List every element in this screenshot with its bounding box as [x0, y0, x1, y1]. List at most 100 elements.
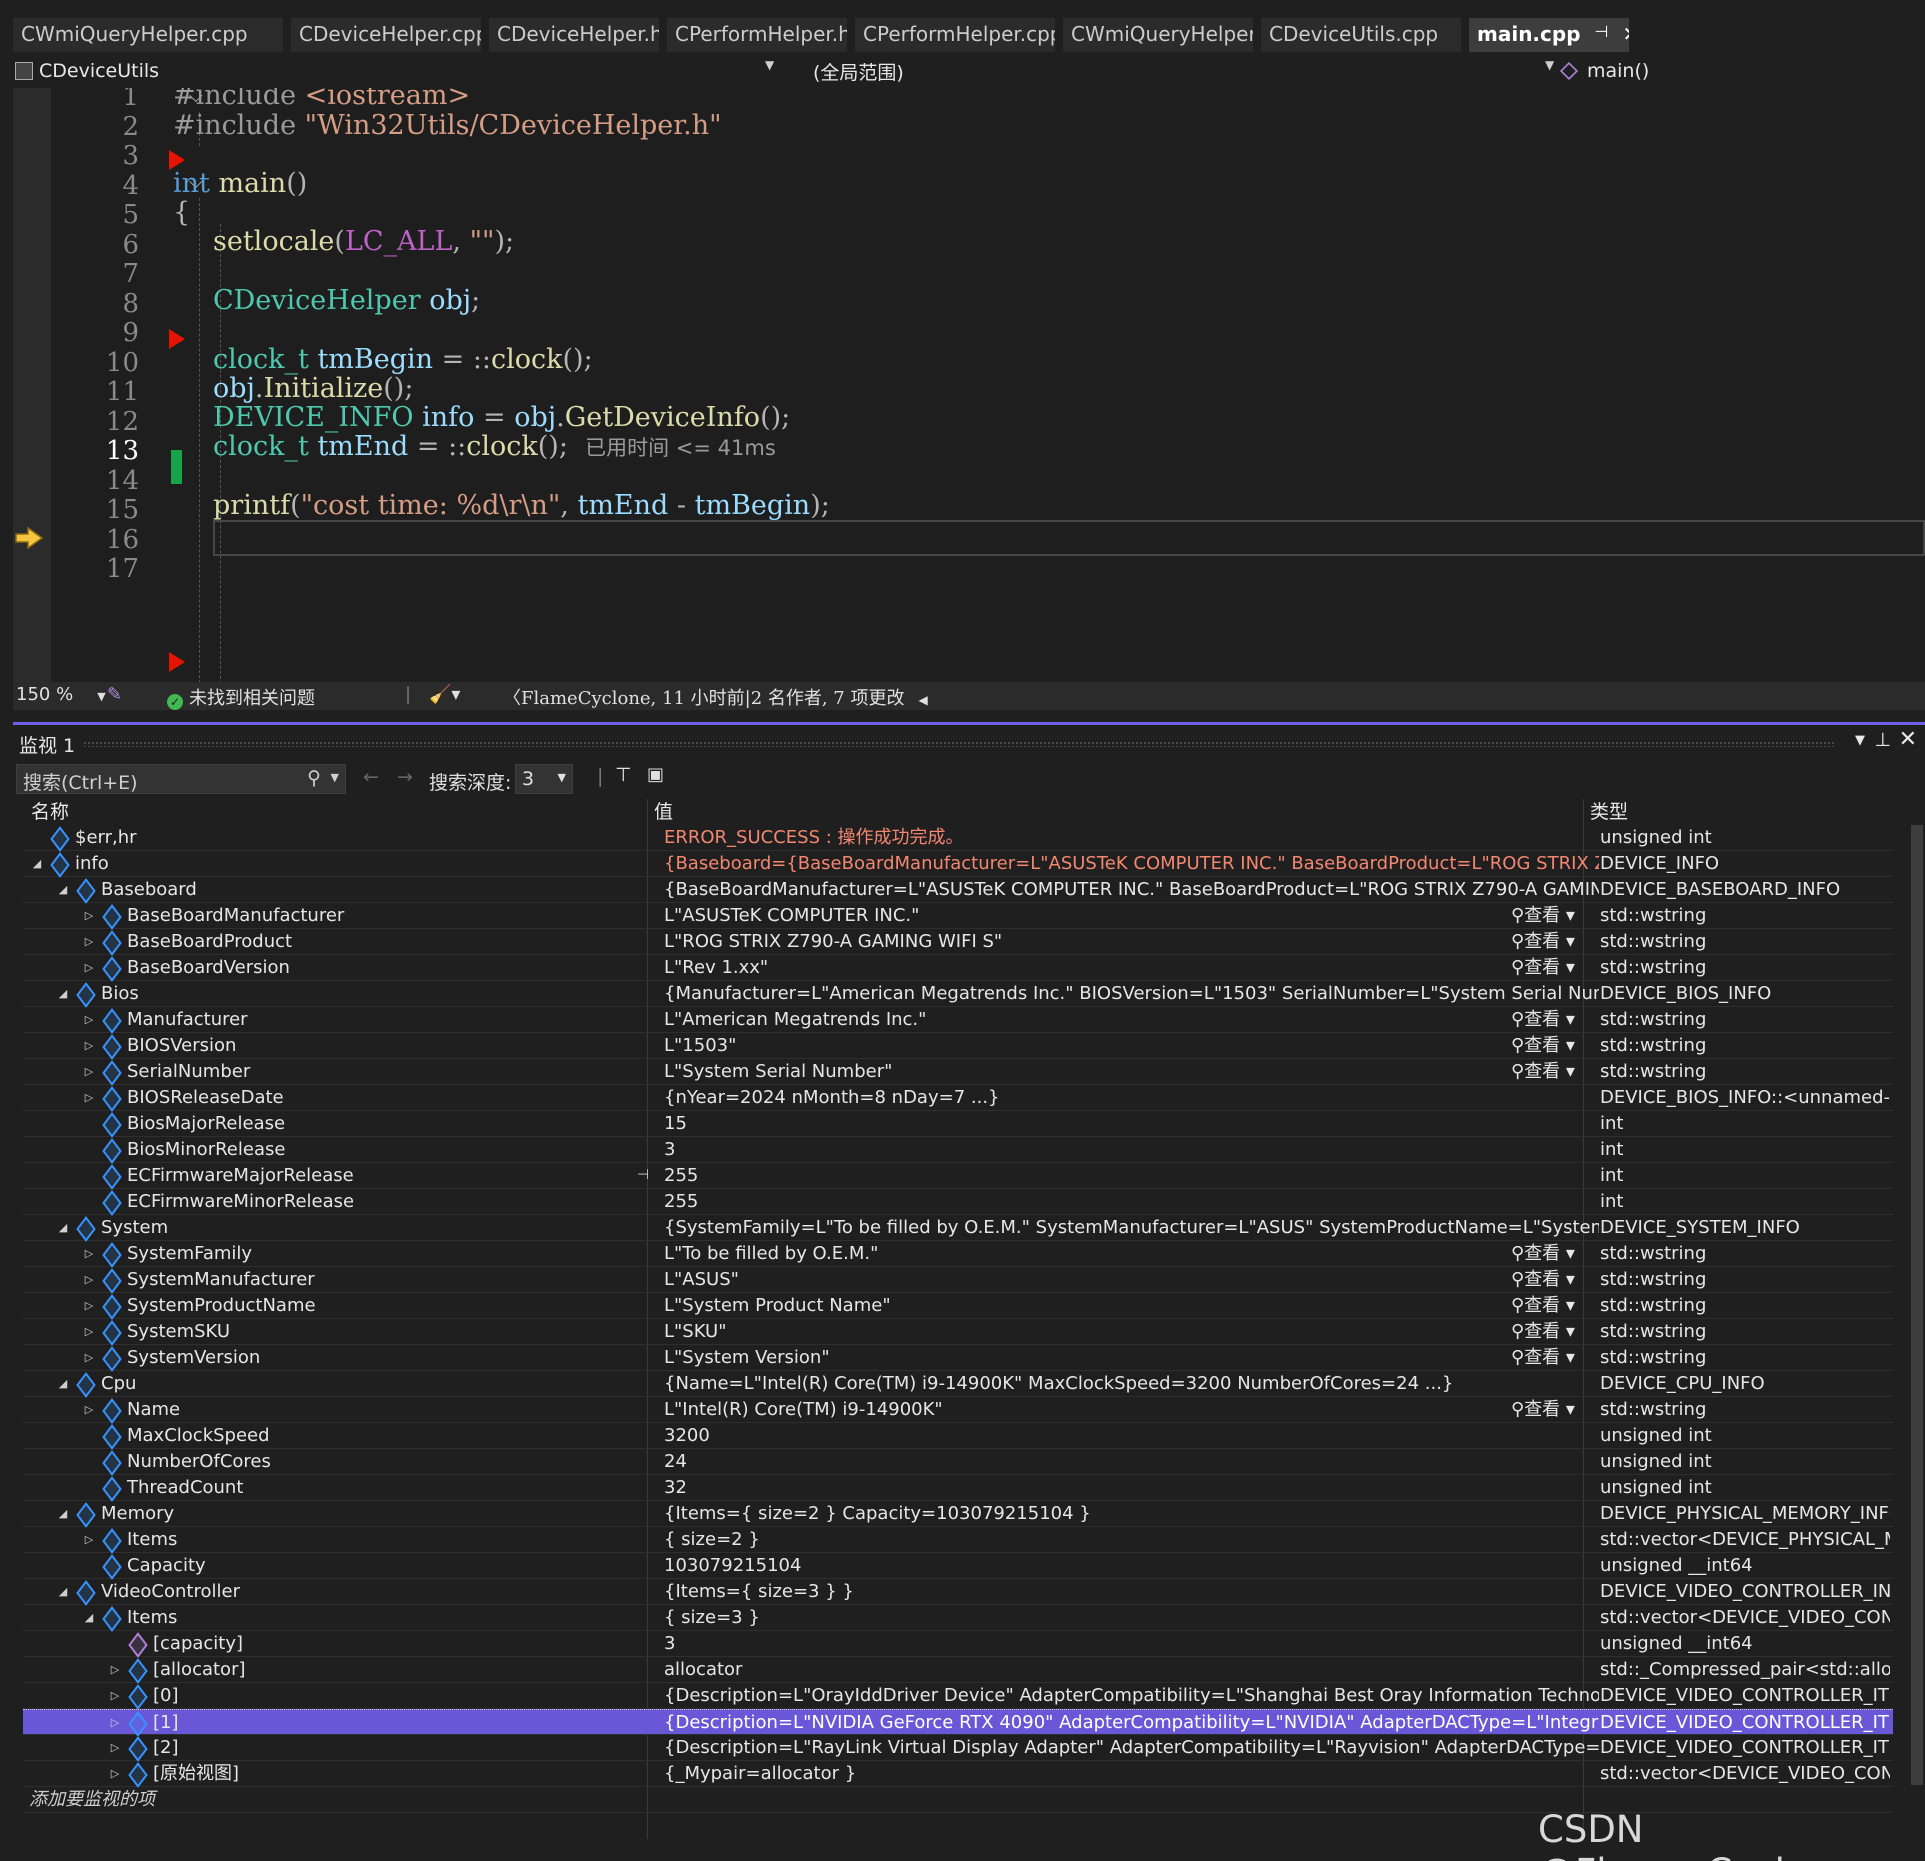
close-icon[interactable]: ✕ — [1899, 727, 1917, 752]
watch-row[interactable]: ▷ [原始视图] {_Mypair=allocator } std::vector<D… — [23, 1761, 1893, 1787]
watch-row[interactable]: ▷ [1] {Description=L"NVIDIA GeForce RTX 40… — [23, 1709, 1893, 1735]
watch-row[interactable]: ▷ BIOSVersion L"1503" ⚲查看 ▾ std::wstring — [23, 1033, 1893, 1059]
watch-row[interactable]: ▷ SerialNumber L"System Serial Number" ⚲查看 … — [23, 1059, 1893, 1085]
watch-value[interactable]: L"Rev 1.xx" — [664, 955, 1599, 980]
scroll-left-icon[interactable]: ◀ — [918, 693, 927, 707]
watch-row[interactable]: BiosMajorRelease 15 int — [23, 1111, 1893, 1137]
watch-value[interactable]: 255 — [664, 1163, 1599, 1188]
column-header-name[interactable]: 名称 — [31, 799, 69, 825]
watch-row[interactable]: ▷ Name L"Intel(R) Core(TM) i9-14900K" ⚲查看 ▾… — [23, 1397, 1893, 1423]
back-arrow-icon[interactable]: ← — [363, 766, 379, 788]
watch-row[interactable]: ▷ [2] {Description=L"RayLink Virtual Displ… — [23, 1735, 1893, 1761]
watch-value[interactable]: {Description=L"NVIDIA GeForce RTX 4090" … — [664, 1710, 1599, 1735]
watch-value[interactable]: {Description=L"OrayIddDriver Device" Ada… — [664, 1683, 1599, 1708]
breakpoint-icon[interactable] — [169, 329, 185, 349]
watch-row[interactable]: ◢ System {SystemFamily=L"To be filled by O… — [23, 1215, 1893, 1241]
collapse-arrow-icon[interactable]: ◢ — [55, 1215, 71, 1240]
issues-indicator[interactable]: ✓ 未找到相关问题 — [167, 684, 315, 710]
zoom-dropdown[interactable]: 150 % ▼ — [16, 684, 106, 705]
tab-cperformhelper-h[interactable]: CPerformHelper.h — [667, 18, 847, 52]
visualizer-button[interactable]: ⚲查看 ▾ — [1511, 1319, 1575, 1344]
watch-value[interactable]: {SystemFamily=L"To be filled by O.E.M." … — [664, 1215, 1599, 1240]
forward-arrow-icon[interactable]: → — [397, 766, 413, 788]
breakpoint-icon[interactable] — [169, 150, 185, 170]
watch-row[interactable]: ThreadCount 32 unsigned int — [23, 1475, 1893, 1501]
search-depth-dropdown[interactable]: 3 ▼ — [515, 764, 573, 794]
expand-arrow-icon[interactable]: ▷ — [107, 1761, 123, 1786]
watch-row[interactable]: [capacity] 3 unsigned __int64 — [23, 1631, 1893, 1657]
visualizer-button[interactable]: ⚲查看 ▾ — [1511, 1241, 1575, 1266]
visualizer-button[interactable]: ⚲查看 ▾ — [1511, 1345, 1575, 1370]
expand-arrow-icon[interactable]: ▷ — [81, 1059, 97, 1084]
expand-arrow-icon[interactable]: ▷ — [107, 1683, 123, 1708]
collapse-arrow-icon[interactable]: ◢ — [55, 1501, 71, 1526]
watch-row[interactable]: ◢ VideoController {Items={ size=3 } } DEVIC… — [23, 1579, 1893, 1605]
perf-tip[interactable]: 已用时间 <= 41ms — [585, 436, 776, 460]
watch-row[interactable]: ◢ Baseboard {BaseBoardManufacturer=L"ASUST… — [23, 877, 1893, 903]
watch-row[interactable]: BiosMinorRelease 3 int — [23, 1137, 1893, 1163]
visualizer-button[interactable]: ⚲查看 ▾ — [1511, 1033, 1575, 1058]
expand-arrow-icon[interactable]: ▷ — [81, 1527, 97, 1552]
expand-arrow-icon[interactable]: ▷ — [107, 1735, 123, 1760]
watch-value[interactable]: 103079215104 — [664, 1553, 1599, 1578]
code-editor[interactable]: 1 2 3 4 5 6 7 8 9 10 11 12 13 14 15 16 17 ⌵ ⌵ #include <… — [13, 88, 1925, 682]
expand-arrow-icon[interactable]: ▷ — [81, 1033, 97, 1058]
watch-value[interactable]: {_Mypair=allocator } — [664, 1761, 1599, 1786]
watch-row[interactable]: NumberOfCores 24 unsigned int — [23, 1449, 1893, 1475]
watch-row[interactable]: ▷ BaseBoardProduct L"ROG STRIX Z790-A GAMI… — [23, 929, 1893, 955]
watch-value[interactable]: L"SKU" — [664, 1319, 1599, 1344]
breakpoint-icon[interactable] — [169, 652, 185, 672]
watch-value[interactable]: L"American Megatrends Inc." — [664, 1007, 1599, 1032]
watch-value[interactable]: 24 — [664, 1449, 1599, 1474]
visualizer-button[interactable]: ⚲查看 ▾ — [1511, 1059, 1575, 1084]
breakpoint-margin[interactable] — [13, 88, 51, 682]
watch-value[interactable]: L"To be filled by O.E.M." — [664, 1241, 1599, 1266]
watch-value[interactable]: {Items={ size=3 } } — [664, 1579, 1599, 1604]
watch-row[interactable]: ▷ SystemProductName L"System Product Name"… — [23, 1293, 1893, 1319]
expand-arrow-icon[interactable]: ▷ — [107, 1710, 123, 1735]
watch-value[interactable]: L"Intel(R) Core(TM) i9-14900K" — [664, 1397, 1599, 1422]
expand-arrow-icon[interactable]: ▷ — [81, 1345, 97, 1370]
watch-row[interactable]: Capacity 103079215104 unsigned __int64 — [23, 1553, 1893, 1579]
watch-value[interactable]: 32 — [664, 1475, 1599, 1500]
watch-row[interactable]: $err,hr ERROR_SUCCESS : 操作成功完成。 unsigned i… — [23, 825, 1893, 851]
collapse-arrow-icon[interactable]: ◢ — [55, 1371, 71, 1396]
expand-arrow-icon[interactable]: ▷ — [107, 1657, 123, 1682]
expand-arrow-icon[interactable]: ▷ — [81, 955, 97, 980]
expand-arrow-icon[interactable]: ▷ — [81, 1007, 97, 1032]
watch-value[interactable]: L"System Product Name" — [664, 1293, 1599, 1318]
tab-cwmiqueryhelper-h[interactable]: CWmiQueryHelper.h — [1063, 18, 1253, 52]
watch-value[interactable]: {Baseboard={BaseBoardManufacturer=L"ASUS… — [664, 851, 1599, 876]
expand-arrow-icon[interactable]: ▷ — [81, 1293, 97, 1318]
watch-value[interactable]: 15 — [664, 1111, 1599, 1136]
visualizer-button[interactable]: ⚲查看 ▾ — [1511, 1397, 1575, 1422]
close-tab-icon[interactable]: ✕ — [1622, 22, 1629, 46]
blame-info[interactable]: 〈FlameCyclone, 11 小时前|2 名作者, 7 项更改 ◀ — [503, 684, 928, 710]
watch-row[interactable]: MaxClockSpeed 3200 unsigned int — [23, 1423, 1893, 1449]
vertical-scrollbar[interactable] — [1908, 803, 1925, 1803]
watch-value[interactable]: 3 — [664, 1137, 1599, 1162]
watch-row[interactable]: ▷ Items { size=2 } std::vector<DEVICE_PHYSI… — [23, 1527, 1893, 1553]
collapse-arrow-icon[interactable]: ◢ — [81, 1605, 97, 1630]
watch-row[interactable]: ▷ [allocator] allocator std::_Compressed_pa… — [23, 1657, 1893, 1683]
visualizer-button[interactable]: ⚲查看 ▾ — [1511, 1293, 1575, 1318]
watch-value[interactable]: {Description=L"RayLink Virtual Display A… — [664, 1735, 1599, 1760]
watch-value[interactable]: {Items={ size=2 } Capacity=103079215104 … — [664, 1501, 1599, 1526]
window-menu-icon[interactable]: ▼ — [1855, 733, 1865, 748]
watch-row[interactable]: ECFirmwareMinorRelease 255 int — [23, 1189, 1893, 1215]
scope-dropdown[interactable]: (全局范围) ▼ — [813, 56, 1558, 86]
tab-cperformhelper-cpp[interactable]: CPerformHelper.cpp — [855, 18, 1055, 52]
member-dropdown[interactable]: main() — [1559, 56, 1921, 86]
hex-display-icon[interactable]: ▣ — [647, 764, 664, 785]
column-header-value[interactable]: 值 — [654, 799, 673, 825]
watch-value[interactable]: L"1503" — [664, 1033, 1599, 1058]
watch-value[interactable]: L"System Version" — [664, 1345, 1599, 1370]
visualizer-button[interactable]: ⚲查看 ▾ — [1511, 929, 1575, 954]
tab-cdevicehelper-cpp[interactable]: CDeviceHelper.cpp — [291, 18, 481, 52]
watch-row[interactable]: ▷ Manufacturer L"American Megatrends Inc."… — [23, 1007, 1893, 1033]
watch-row[interactable]: ▷ SystemVersion L"System Version" ⚲查看 ▾ std:… — [23, 1345, 1893, 1371]
watch-value[interactable]: allocator — [664, 1657, 1599, 1682]
watch-value[interactable]: ERROR_SUCCESS : 操作成功完成。 — [664, 825, 1599, 850]
watch-row[interactable]: ▷ SystemSKU L"SKU" ⚲查看 ▾ std::wstring — [23, 1319, 1893, 1345]
expand-arrow-icon[interactable]: ▷ — [81, 1241, 97, 1266]
